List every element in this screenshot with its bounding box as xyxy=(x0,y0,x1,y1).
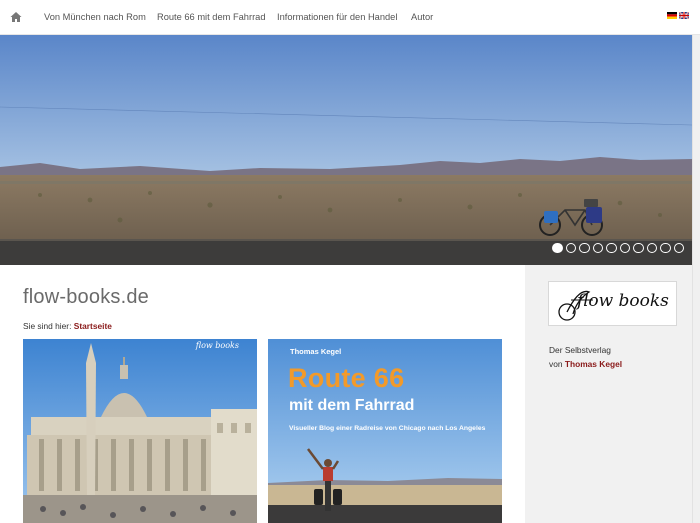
nav-item-muenchen-rom[interactable]: Von München nach Rom xyxy=(44,0,146,35)
slider-dot[interactable] xyxy=(579,242,590,253)
desert-road-photo xyxy=(0,35,692,265)
sidebar-von: von xyxy=(549,359,563,369)
slider-dot[interactable] xyxy=(619,242,630,253)
book-card-route66[interactable]: Thomas Kegel Route 66 mit dem Fahrrad Vi… xyxy=(268,339,502,523)
logo-text: flow books xyxy=(577,291,669,311)
sidebar: flow books Der Selbstverlag von Thomas K… xyxy=(525,265,692,523)
top-navigation: Von München nach Rom Route 66 mit dem Fa… xyxy=(0,0,700,35)
book-subtitle: Visueller Blog einer Radreise von Chicag… xyxy=(289,425,486,432)
nav-item-handel[interactable]: Informationen für den Handel xyxy=(277,0,397,35)
hero-slider xyxy=(0,35,692,265)
sidebar-author-link[interactable]: Thomas Kegel xyxy=(565,359,622,369)
book-logo-text: flow books xyxy=(195,341,239,350)
slider-dot[interactable] xyxy=(552,242,563,253)
language-switcher xyxy=(667,12,689,19)
sidebar-author-line: von Thomas Kegel xyxy=(549,359,622,369)
book-title: Route 66 xyxy=(288,363,405,393)
german-flag-icon[interactable] xyxy=(667,12,677,19)
main-content: flow-books.de Sie sind hier: Startseite xyxy=(0,265,525,523)
slider-pagination xyxy=(552,242,684,253)
slider-dot[interactable] xyxy=(592,242,603,253)
slider-dot[interactable] xyxy=(646,242,657,253)
book-author: Thomas Kegel xyxy=(290,347,342,356)
st-peters-basilica-image xyxy=(23,339,257,523)
home-icon[interactable] xyxy=(10,11,22,23)
slider-dot[interactable] xyxy=(673,242,684,253)
nav-item-autor[interactable]: Autor xyxy=(411,0,433,35)
sidebar-tagline: Der Selbstverlag xyxy=(549,345,611,355)
page-title: flow-books.de xyxy=(23,286,149,308)
book-card-muenchen-rom[interactable]: flow books xyxy=(23,339,257,523)
breadcrumb-current[interactable]: Startseite xyxy=(74,321,112,331)
scrollbar[interactable] xyxy=(692,35,700,523)
breadcrumb-prefix: Sie sind hier: xyxy=(23,321,72,331)
breadcrumb: Sie sind hier: Startseite xyxy=(23,321,112,331)
flow-books-logo[interactable]: flow books xyxy=(548,281,677,326)
nav-item-route66[interactable]: Route 66 mit dem Fahrrad xyxy=(157,0,266,35)
slider-dot[interactable] xyxy=(565,242,576,253)
english-flag-icon[interactable] xyxy=(679,12,689,19)
slider-dot[interactable] xyxy=(633,242,644,253)
slider-dot[interactable] xyxy=(606,242,617,253)
book-title-line2: mit dem Fahrrad xyxy=(289,397,415,414)
slider-dot[interactable] xyxy=(660,242,671,253)
